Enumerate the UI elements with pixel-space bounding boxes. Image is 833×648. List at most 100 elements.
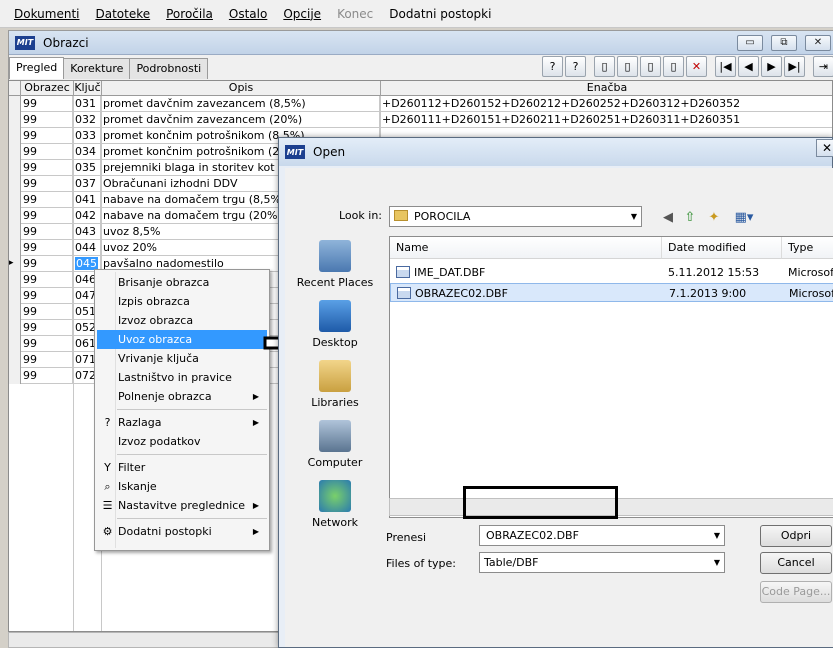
- file-row[interactable]: IME_DAT.DBF 5.11.2012 15:53 Microsoft: [390, 263, 833, 282]
- up-folder-icon[interactable]: ⇧: [681, 209, 699, 227]
- context-item-izvoz-podatkov[interactable]: Izvoz podatkov: [97, 432, 267, 451]
- header-obrazec[interactable]: Obrazec: [21, 81, 74, 96]
- cell-obrazec[interactable]: 99: [21, 272, 73, 288]
- exit-icon[interactable]: ⇥: [813, 56, 833, 77]
- menu-ostalo[interactable]: Ostalo: [221, 7, 275, 21]
- cell-kljuc[interactable]: 041: [73, 192, 101, 208]
- place-recent[interactable]: Recent Places: [291, 240, 379, 300]
- context-item-brisanje-obrazca[interactable]: Brisanje obrazca: [97, 273, 267, 292]
- place-network[interactable]: Network: [291, 480, 379, 540]
- cell-enacba[interactable]: +D260112+D260152+D260212+D260252+D260312…: [380, 96, 832, 112]
- cell-obrazec[interactable]: 99: [21, 224, 73, 240]
- row-indicator[interactable]: [9, 336, 21, 352]
- row-indicator[interactable]: [9, 128, 21, 144]
- header-opis[interactable]: Opis: [102, 81, 381, 96]
- close-button[interactable]: ✕: [805, 35, 831, 51]
- cell-obrazec[interactable]: 99: [21, 352, 73, 368]
- cell-obrazec[interactable]: 99: [21, 336, 73, 352]
- row-indicator[interactable]: [9, 144, 21, 160]
- table-row[interactable]: 99 032 promet davčnim zavezancem (20%) +D26…: [9, 112, 832, 128]
- first-record-icon[interactable]: |◀: [715, 56, 736, 77]
- cell-obrazec[interactable]: 99: [21, 160, 73, 176]
- cell-obrazec[interactable]: 99: [21, 112, 73, 128]
- cell-opis[interactable]: promet davčnim zavezancem (8,5%): [101, 96, 380, 112]
- context-item-iskanje[interactable]: ⌕ Iskanje: [97, 477, 267, 496]
- minimize-button[interactable]: ▭: [737, 35, 763, 51]
- cell-obrazec[interactable]: 99: [21, 240, 73, 256]
- cell-kljuc[interactable]: 043: [73, 224, 101, 240]
- row-indicator[interactable]: [9, 208, 21, 224]
- cell-obrazec[interactable]: 99: [21, 96, 73, 112]
- new-folder-icon[interactable]: ✦: [705, 209, 723, 227]
- row-indicator[interactable]: [9, 176, 21, 192]
- row-indicator[interactable]: [9, 368, 21, 384]
- context-item-izpis-obrazca[interactable]: Izpis obrazca: [97, 292, 267, 311]
- cell-obrazec[interactable]: 99: [21, 192, 73, 208]
- menu-konec[interactable]: Konec: [329, 7, 381, 21]
- open-folder-icon[interactable]: ▯: [617, 56, 638, 77]
- previous-record-icon[interactable]: ◀: [738, 56, 759, 77]
- filename-input[interactable]: OBRAZEC02.DBF ▼: [479, 525, 725, 546]
- filetype-select[interactable]: Table/DBF ▼: [479, 552, 725, 573]
- cell-obrazec[interactable]: 99: [21, 176, 73, 192]
- row-indicator[interactable]: [9, 320, 21, 336]
- place-computer[interactable]: Computer: [291, 420, 379, 480]
- column-type[interactable]: Type: [782, 237, 833, 259]
- tab-korekture[interactable]: Korekture: [63, 58, 131, 79]
- cell-kljuc[interactable]: 034: [73, 144, 101, 160]
- code-page-button[interactable]: Code Page...: [760, 581, 832, 603]
- menu-datoteke[interactable]: Datoteke: [87, 7, 158, 21]
- row-indicator[interactable]: [9, 272, 21, 288]
- cell-kljuc[interactable]: 031: [73, 96, 101, 112]
- cell-enacba[interactable]: +D260111+D260151+D260211+D260251+D260311…: [380, 112, 832, 128]
- menu-porocila[interactable]: Poročila: [158, 7, 221, 21]
- tab-podrobnosti[interactable]: Podrobnosti: [129, 58, 209, 79]
- cell-kljuc[interactable]: 042: [73, 208, 101, 224]
- cell-obrazec[interactable]: 99: [21, 128, 73, 144]
- help-icon[interactable]: ?: [565, 56, 586, 77]
- menu-dodatni-postopki[interactable]: Dodatni postopki: [381, 7, 499, 21]
- print-icon[interactable]: ▯: [640, 56, 661, 77]
- header-kljuc[interactable]: Ključ: [74, 81, 102, 96]
- row-indicator[interactable]: [9, 288, 21, 304]
- context-item-filter[interactable]: Y Filter: [97, 458, 267, 477]
- cell-obrazec[interactable]: 99: [21, 256, 73, 272]
- restore-button[interactable]: ⧉: [771, 35, 797, 51]
- row-indicator[interactable]: [9, 240, 21, 256]
- row-indicator[interactable]: ▸: [9, 256, 21, 272]
- context-item-razlaga[interactable]: ? Razlaga ▶: [97, 413, 267, 432]
- menu-opcije[interactable]: Opcije: [275, 7, 329, 21]
- look-in-combo[interactable]: POROCILA ▼: [389, 206, 642, 227]
- cell-obrazec[interactable]: 99: [21, 208, 73, 224]
- context-item-nastavitve-preglednice[interactable]: ☰ Nastavitve preglednice ▶: [97, 496, 267, 515]
- view-menu-icon[interactable]: ▦▾: [731, 209, 757, 227]
- place-libraries[interactable]: Libraries: [291, 360, 379, 420]
- cell-kljuc[interactable]: 044: [73, 240, 101, 256]
- cell-obrazec[interactable]: 99: [21, 368, 73, 384]
- last-record-icon[interactable]: ▶|: [784, 56, 805, 77]
- cell-kljuc[interactable]: 033: [73, 128, 101, 144]
- context-item-dodatni-postopki[interactable]: ⚙ Dodatni postopki ▶: [97, 522, 267, 541]
- dialog-close-icon[interactable]: ✕: [816, 139, 833, 157]
- context-item-izvoz-obrazca[interactable]: Izvoz obrazca: [97, 311, 267, 330]
- row-indicator[interactable]: [9, 224, 21, 240]
- help-topic-icon[interactable]: ?: [542, 56, 563, 77]
- row-indicator[interactable]: [9, 96, 21, 112]
- open-button[interactable]: Odpri: [760, 525, 832, 547]
- table-row[interactable]: 99 031 promet davčnim zavezancem (8,5%) +D2…: [9, 96, 832, 112]
- cell-obrazec[interactable]: 99: [21, 304, 73, 320]
- cancel-button[interactable]: Cancel: [760, 552, 832, 574]
- row-indicator[interactable]: [9, 160, 21, 176]
- header-enacba[interactable]: Enačba: [381, 81, 832, 96]
- row-indicator[interactable]: [9, 112, 21, 128]
- tab-pregled[interactable]: Pregled: [9, 57, 65, 79]
- row-indicator[interactable]: [9, 352, 21, 368]
- search-icon[interactable]: ▯: [663, 56, 684, 77]
- row-indicator[interactable]: [9, 304, 21, 320]
- file-row[interactable]: OBRAZEC02.DBF 7.1.2013 9:00 Microsoft: [390, 283, 833, 302]
- column-date[interactable]: Date modified: [662, 237, 782, 259]
- back-icon[interactable]: ◀: [659, 209, 677, 227]
- menu-dokumenti[interactable]: Dokumenti: [6, 7, 87, 21]
- context-item-lastnistvo-in-pravice[interactable]: Lastništvo in pravice: [97, 368, 267, 387]
- cell-kljuc[interactable]: 032: [73, 112, 101, 128]
